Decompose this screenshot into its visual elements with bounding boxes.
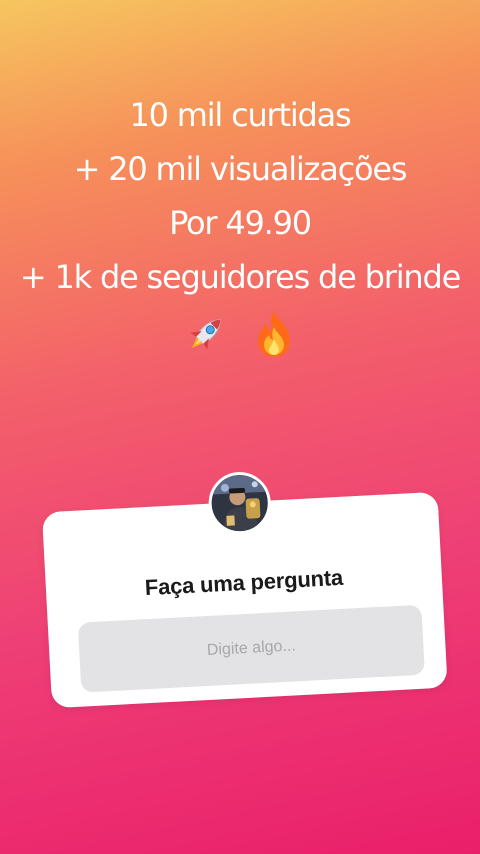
story-line-bonus: + 1k de seguidores de brinde <box>19 258 461 296</box>
story-line-price: Por 49.90 <box>169 204 312 242</box>
question-sticker[interactable]: Faça uma pergunta Digite algo... <box>40 462 448 709</box>
avatar-photo <box>210 473 270 533</box>
answer-input[interactable]: Digite algo... <box>77 604 425 693</box>
story-line-likes: 10 mil curtidas <box>129 96 351 134</box>
emoji-row <box>0 306 480 362</box>
story-text-block: 10 mil curtidas + 20 mil visualizações P… <box>0 88 480 362</box>
rocket-icon <box>183 311 229 357</box>
fire-icon <box>251 309 297 359</box>
story-line-views: + 20 mil visualizações <box>73 150 408 188</box>
question-title: Faça uma pergunta <box>144 564 344 601</box>
